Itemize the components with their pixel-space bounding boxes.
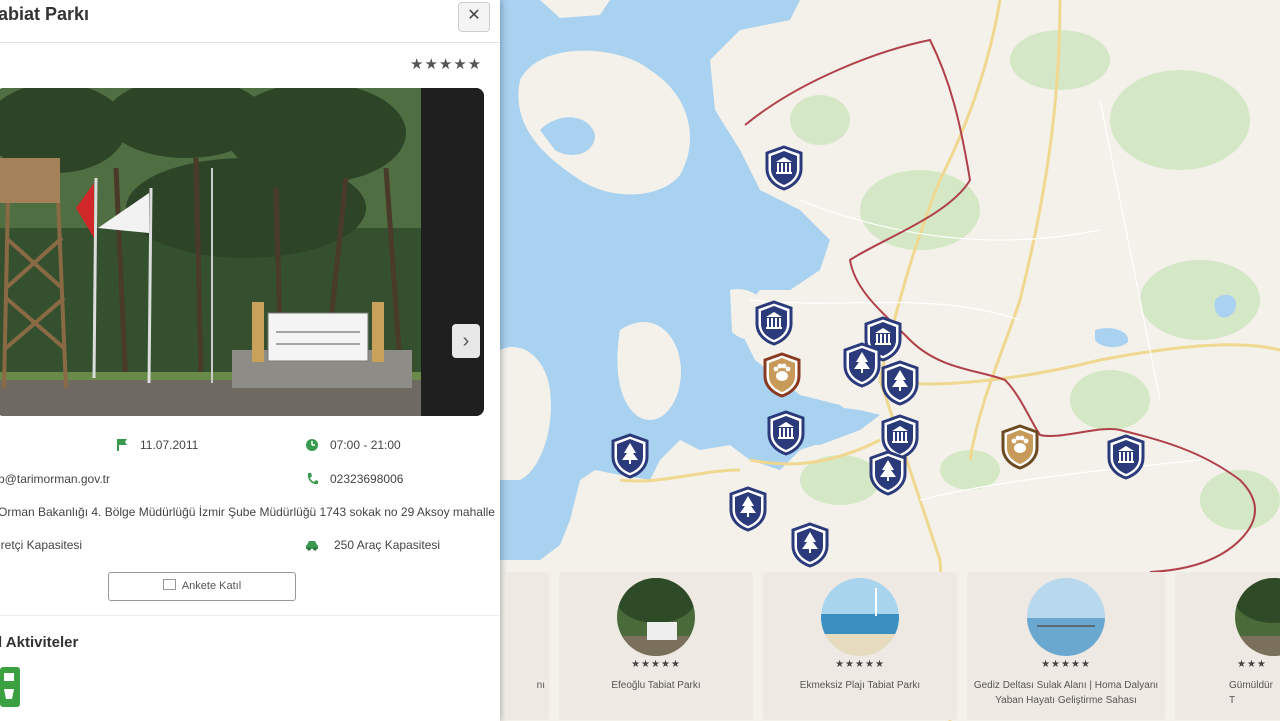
place-card-name: Gümüldür T bbox=[1229, 680, 1273, 706]
tree-icon bbox=[843, 342, 881, 388]
paw-icon bbox=[763, 352, 801, 398]
survey-button-label: Ankete Katıl bbox=[181, 580, 242, 592]
map-marker-tree[interactable] bbox=[728, 486, 768, 532]
address-text: Orman Bakanlığı 4. Bölge Müdürlüğü İzmir… bbox=[0, 505, 495, 519]
place-card-rating: ★★★★★ bbox=[631, 659, 681, 670]
museum-icon bbox=[765, 145, 803, 191]
map-marker-museum[interactable] bbox=[754, 300, 794, 346]
map-marker-tree[interactable] bbox=[868, 450, 908, 496]
opening-hours: 07:00 - 21:00 bbox=[330, 438, 401, 452]
survey-icon bbox=[162, 579, 176, 590]
survey-button[interactable]: Ankete Katıl bbox=[108, 572, 296, 601]
tree-icon bbox=[611, 433, 649, 479]
map-marker-tree[interactable] bbox=[880, 360, 920, 406]
place-card-name: Gediz Deltası Sulak Alanı | Homa Dalyanı… bbox=[973, 680, 1159, 706]
map-marker-paw[interactable] bbox=[762, 352, 802, 398]
park-photo bbox=[0, 88, 484, 416]
phone-icon bbox=[304, 471, 320, 487]
place-card[interactable]: ★★★★★ Ekmeksiz Plajı Tabiat Parkı bbox=[763, 572, 957, 720]
place-card-thumbnail bbox=[617, 578, 695, 656]
gallery-next-button[interactable]: › bbox=[452, 324, 480, 358]
opening-date: 11.07.2011 bbox=[140, 438, 199, 452]
place-card-thumbnail bbox=[821, 578, 899, 656]
place-card-rating: ★★★★★ bbox=[1041, 659, 1091, 670]
museum-icon bbox=[1107, 434, 1145, 480]
activities-title: l Aktiviteler bbox=[0, 634, 79, 651]
activity-icon[interactable] bbox=[0, 667, 20, 707]
museum-icon bbox=[767, 410, 805, 456]
clock-icon bbox=[304, 437, 320, 453]
map-marker-tree[interactable] bbox=[842, 342, 882, 388]
place-card-rating: ★★★★★ bbox=[835, 659, 885, 670]
museum-icon bbox=[755, 300, 793, 346]
place-card[interactable]: ★★★★★ Gediz Deltası Sulak Alanı | Homa D… bbox=[967, 572, 1165, 720]
visitor-capacity: iretçi Kapasitesi bbox=[0, 538, 83, 552]
tree-icon bbox=[881, 360, 919, 406]
map-marker-paw[interactable] bbox=[1000, 424, 1040, 470]
paw-icon bbox=[1001, 424, 1039, 470]
place-card-thumbnail bbox=[1027, 578, 1105, 656]
place-card[interactable]: ★★★★★ Efeoğlu Tabiat Parkı bbox=[559, 572, 753, 720]
map-marker-museum[interactable] bbox=[764, 145, 804, 191]
car-icon bbox=[304, 537, 320, 553]
photo-gallery[interactable]: › bbox=[0, 88, 484, 416]
rating-stars: ★★★★★ bbox=[410, 56, 483, 73]
vehicle-capacity: 250 Araç Kapasitesi bbox=[334, 538, 441, 552]
place-card-name: nı bbox=[536, 680, 545, 691]
place-card-name: Efeoğlu Tabiat Parkı bbox=[611, 680, 701, 691]
place-cards-carousel[interactable]: nı ★★★★★ Efeoğlu Tabiat Parkı ★★★★★ Ekme… bbox=[505, 570, 1280, 721]
map-marker-tree[interactable] bbox=[610, 433, 650, 479]
email-link[interactable]: p@tarimorman.gov.tr bbox=[0, 472, 110, 486]
place-card[interactable]: ★★★ Gümüldür T bbox=[1175, 572, 1280, 720]
tree-icon bbox=[869, 450, 907, 496]
detail-panel: abiat Parkı ✕ ★★★★★ › 11.07.2011 07:00 -… bbox=[0, 0, 500, 721]
flag-icon bbox=[114, 437, 130, 453]
place-card-thumbnail bbox=[1235, 578, 1280, 656]
divider bbox=[0, 42, 500, 43]
map-marker-museum[interactable] bbox=[1106, 434, 1146, 480]
place-card-name: Ekmeksiz Plajı Tabiat Parkı bbox=[799, 680, 921, 691]
map-marker-museum[interactable] bbox=[766, 410, 806, 456]
tree-icon bbox=[729, 486, 767, 532]
place-card[interactable]: nı bbox=[505, 572, 549, 720]
page-title: abiat Parkı bbox=[0, 4, 90, 24]
divider bbox=[0, 615, 500, 616]
phone-number[interactable]: 02323698006 bbox=[330, 472, 403, 486]
close-button[interactable]: ✕ bbox=[458, 2, 490, 32]
place-card-rating: ★★★ bbox=[1237, 659, 1267, 670]
